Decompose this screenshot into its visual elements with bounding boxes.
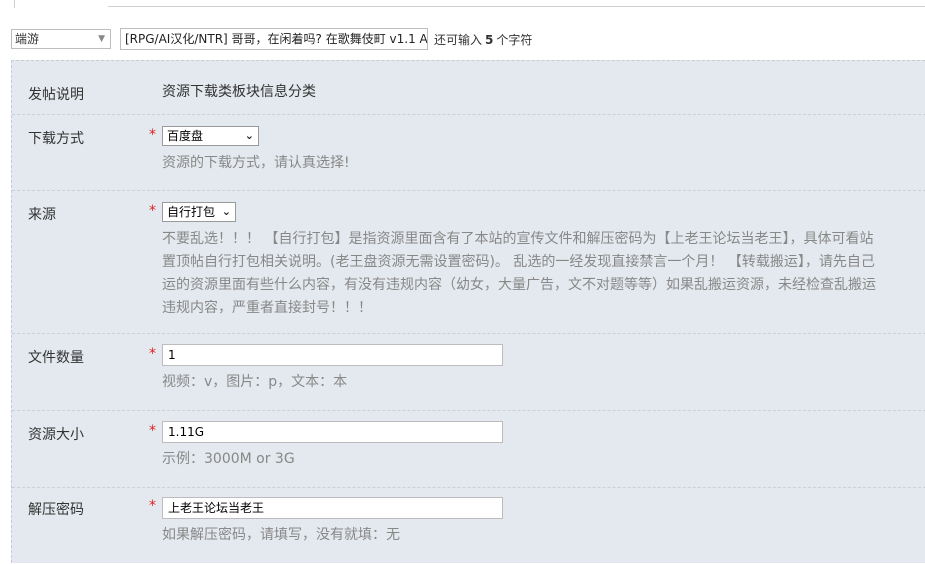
top-divider — [108, 6, 925, 7]
password-input[interactable]: 上老王论坛当老王 — [162, 497, 503, 519]
source-hint-line-4: 违规内容，严重者直接封号！！！ — [162, 300, 372, 316]
title-input[interactable]: [RPG/AI汉化/NTR] 哥哥，在闲着吗? 在歌舞伎町 v1.1 AI — [120, 28, 428, 50]
file-count-value: 1 — [168, 348, 176, 362]
size-value: 1.11G — [168, 425, 205, 439]
row-file-count: 文件数量 * 1 视频：v，图片：p，文本：本 — [12, 333, 925, 411]
row-password: 解压密码 * 上老王论坛当老王 如果解压密码，请填写，没有就填：无 — [12, 487, 925, 564]
size-input[interactable]: 1.11G — [162, 421, 503, 443]
password-label: 解压密码 — [28, 502, 84, 518]
type-select[interactable]: 端游 ▼ — [11, 29, 111, 49]
file-count-hint: 视频：v，图片：p，文本：本 — [162, 374, 348, 390]
row-size: 资源大小 * 1.11G 示例：3000M or 3G — [12, 410, 925, 488]
source-hint-line-1: 不要乱选！！！ 【自行打包】是指资源里面含有了本站的宣传文件和解压密码为【上老王… — [162, 231, 874, 247]
char-hint-suffix: 个字符 — [496, 32, 533, 47]
chevron-down-icon: ⌄ — [221, 205, 231, 218]
password-value: 上老王论坛当老王 — [168, 501, 265, 515]
download-method-select[interactable]: 百度盘 ⌄ — [162, 126, 259, 146]
chevron-down-icon: ▼ — [98, 34, 105, 44]
size-hint: 示例：3000M or 3G — [162, 451, 295, 467]
top-tab[interactable] — [14, 0, 109, 8]
file-count-input[interactable]: 1 — [162, 344, 503, 366]
size-label: 资源大小 — [28, 427, 84, 443]
required-mark: * — [149, 346, 156, 362]
char-hint-count: 5 — [485, 32, 494, 47]
row-source: 来源 * 自行打包 ⌄ 不要乱选！！！ 【自行打包】是指资源里面含有了本站的宣传… — [12, 190, 925, 334]
file-count-label: 文件数量 — [28, 350, 84, 366]
char-hint-prefix: 还可输入 — [434, 32, 483, 47]
row-download-method: 下载方式 * 百度盘 ⌄ 资源的下载方式，请认真选择! — [12, 114, 925, 191]
type-select-value: 端游 — [15, 32, 40, 46]
source-selected: 自行打包 — [167, 205, 216, 219]
required-mark: * — [149, 498, 156, 514]
source-select[interactable]: 自行打包 ⌄ — [162, 202, 236, 222]
form-panel: 发帖说明 资源下载类板块信息分类 下载方式 * 百度盘 ⌄ 资源的下载方式，请认… — [11, 60, 925, 563]
info-value: 资源下载类板块信息分类 — [162, 84, 316, 100]
required-mark: * — [149, 203, 156, 219]
required-mark: * — [149, 127, 156, 143]
title-row: 端游 ▼ [RPG/AI汉化/NTR] 哥哥，在闲着吗? 在歌舞伎町 v1.1 … — [11, 28, 532, 50]
title-input-value: [RPG/AI汉化/NTR] 哥哥，在闲着吗? 在歌舞伎町 v1.1 AI — [125, 32, 428, 46]
required-mark: * — [149, 423, 156, 439]
download-method-selected: 百度盘 — [167, 129, 204, 143]
row-info: 发帖说明 资源下载类板块信息分类 — [12, 61, 925, 115]
char-count-hint: 还可输入 5 个字符 — [434, 31, 532, 48]
source-hint-line-2: 置顶帖自行打包相关说明。(老王盘资源无需设置密码)。 乱选的一经发现直接禁言一个… — [162, 254, 875, 270]
chevron-down-icon: ⌄ — [244, 129, 254, 142]
source-hint-line-3: 运的资源里面有些什么内容，有没有违规内容（幼女，大量广告，文不对题等等）如果乱搬… — [162, 277, 876, 293]
source-label: 来源 — [28, 207, 56, 223]
info-label: 发帖说明 — [28, 87, 84, 103]
password-hint: 如果解压密码，请填写，没有就填：无 — [162, 527, 400, 543]
download-method-label: 下载方式 — [28, 131, 84, 147]
download-method-hint: 资源的下载方式，请认真选择! — [162, 155, 350, 171]
